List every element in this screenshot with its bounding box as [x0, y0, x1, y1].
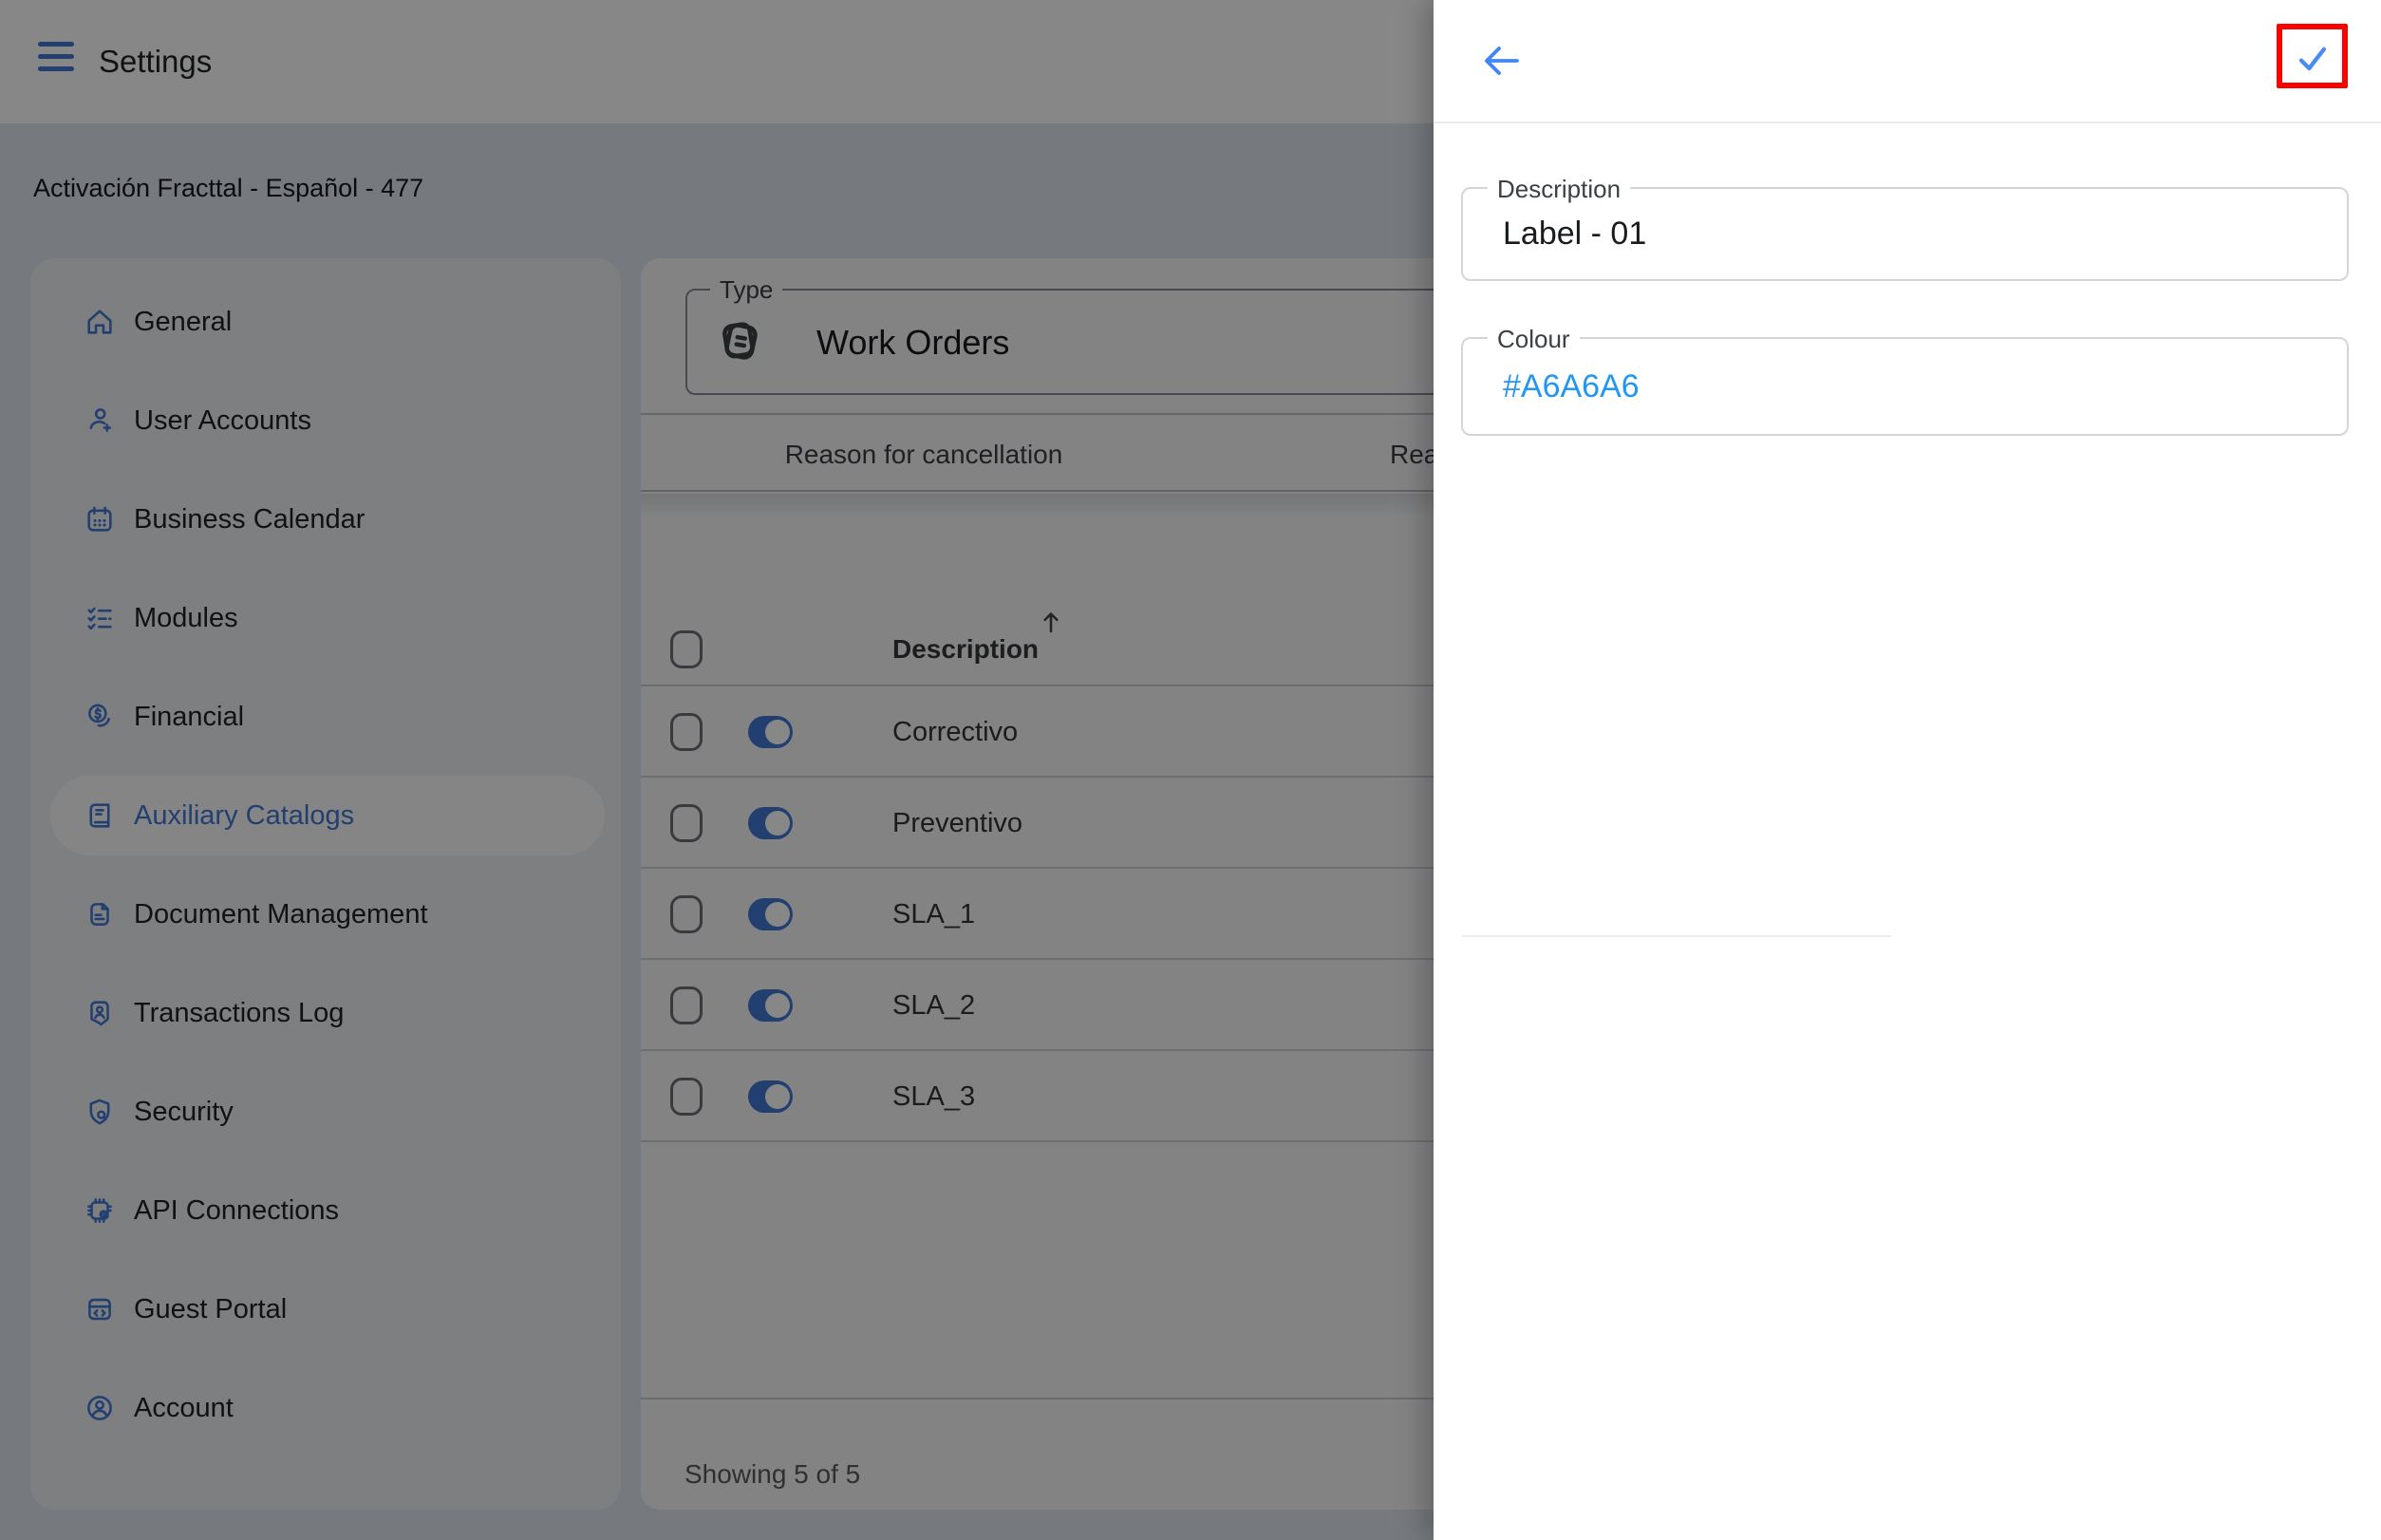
- edit-label-drawer: Description Label - 01 Colour #A6A6A6: [1434, 0, 2381, 1540]
- colour-field-value[interactable]: #A6A6A6: [1503, 339, 2319, 434]
- drawer-scrim[interactable]: [0, 0, 1434, 1540]
- description-field[interactable]: Description Label - 01: [1461, 187, 2349, 281]
- drawer-header: [1434, 0, 2381, 123]
- check-icon[interactable]: [2292, 37, 2334, 79]
- settings-screen: Settings Activación Fracttal - Español -…: [0, 0, 2381, 1540]
- description-field-value[interactable]: Label - 01: [1503, 189, 2319, 279]
- confirm-button-highlight-box: [2277, 24, 2348, 88]
- arrow-left-icon[interactable]: [1479, 38, 1525, 84]
- drawer-section-divider: [1462, 935, 1891, 937]
- colour-field[interactable]: Colour #A6A6A6: [1461, 337, 2349, 436]
